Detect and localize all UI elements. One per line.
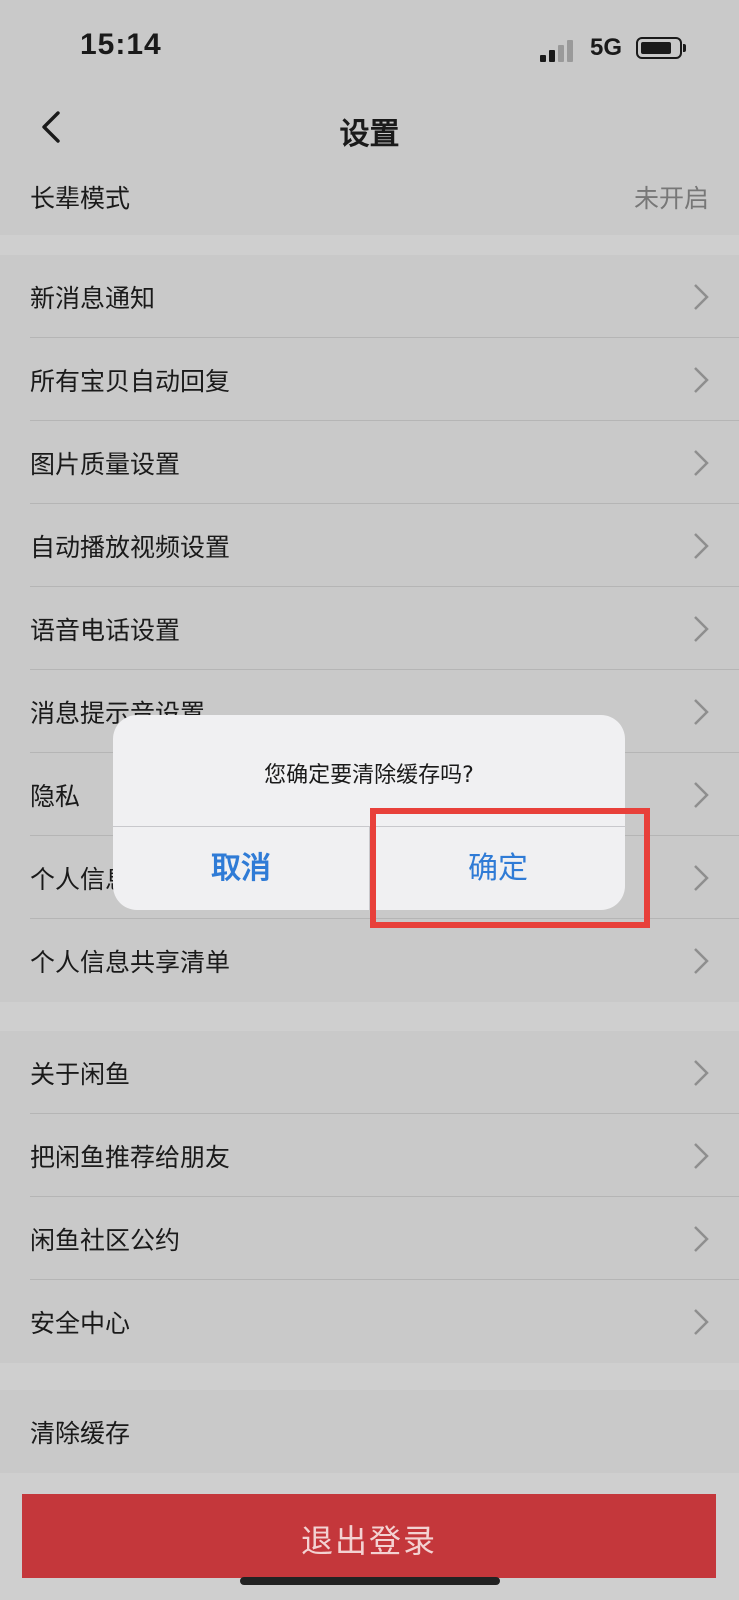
settings-row-image-quality[interactable]: 图片质量设置 xyxy=(0,421,739,504)
settings-row-notifications[interactable]: 新消息通知 xyxy=(0,255,739,338)
chevron-right-icon xyxy=(694,367,709,393)
status-bar: 15:14 5G xyxy=(0,0,739,95)
nav-bar: 设置 xyxy=(0,95,739,161)
row-value: 未开启 xyxy=(633,184,709,213)
settings-row-recommend[interactable]: 把闲鱼推荐给朋友 xyxy=(0,1114,739,1197)
page-title: 设置 xyxy=(339,117,400,152)
row-label: 闲鱼社区公约 xyxy=(30,1226,181,1255)
row-label: 清除缓存 xyxy=(30,1419,131,1448)
row-label: 个人信息共享清单 xyxy=(30,948,231,977)
row-label: 安全中心 xyxy=(30,1309,131,1338)
home-indicator xyxy=(240,1577,500,1585)
settings-row-auto-reply[interactable]: 所有宝贝自动回复 xyxy=(0,338,739,421)
row-label: 自动播放视频设置 xyxy=(30,533,231,562)
signal-icon xyxy=(540,40,580,62)
dialog-message: 您确定要清除缓存吗? xyxy=(264,763,474,788)
chevron-right-icon xyxy=(694,533,709,559)
row-label: 关于闲鱼 xyxy=(30,1060,131,1089)
chevron-right-icon xyxy=(694,1143,709,1169)
chevron-right-icon xyxy=(694,450,709,476)
settings-group-cache: 清除缓存 xyxy=(0,1390,739,1473)
cancel-button[interactable]: 取消 xyxy=(113,827,369,910)
settings-row-info-sharing-list[interactable]: 个人信息共享清单 xyxy=(0,919,739,1002)
settings-row-autoplay-video[interactable]: 自动播放视频设置 xyxy=(0,504,739,587)
row-label: 图片质量设置 xyxy=(30,450,181,479)
row-label: 长辈模式 xyxy=(30,184,131,213)
chevron-right-icon xyxy=(694,1309,709,1335)
settings-row-elder-mode[interactable]: 长辈模式 未开启 xyxy=(0,161,739,235)
row-label: 隐私 xyxy=(30,782,81,811)
row-label: 语音电话设置 xyxy=(30,616,181,645)
battery-tip xyxy=(683,44,686,52)
settings-row-voice-call[interactable]: 语音电话设置 xyxy=(0,587,739,670)
settings-row-about[interactable]: 关于闲鱼 xyxy=(0,1031,739,1114)
settings-row-clear-cache[interactable]: 清除缓存 xyxy=(0,1390,739,1473)
chevron-right-icon xyxy=(694,865,709,891)
chevron-right-icon xyxy=(694,782,709,808)
row-label: 所有宝贝自动回复 xyxy=(30,367,231,396)
logout-label: 退出登录 xyxy=(300,1522,437,1560)
chevron-right-icon xyxy=(694,616,709,642)
chevron-right-icon xyxy=(694,1060,709,1086)
logout-button[interactable]: 退出登录 xyxy=(22,1494,716,1578)
highlight-annotation xyxy=(370,808,650,928)
network-type: 5G xyxy=(590,34,623,61)
chevron-right-icon xyxy=(694,284,709,310)
status-time: 15:14 xyxy=(80,28,162,61)
row-label: 新消息通知 xyxy=(30,284,156,313)
settings-group-about: 关于闲鱼 把闲鱼推荐给朋友 闲鱼社区公约 安全中心 xyxy=(0,1031,739,1363)
chevron-right-icon xyxy=(694,1226,709,1252)
row-label: 把闲鱼推荐给朋友 xyxy=(30,1143,231,1172)
chevron-right-icon xyxy=(694,948,709,974)
chevron-right-icon xyxy=(694,699,709,725)
battery-icon xyxy=(636,37,682,59)
settings-row-security[interactable]: 安全中心 xyxy=(0,1280,739,1363)
settings-row-community-rules[interactable]: 闲鱼社区公约 xyxy=(0,1197,739,1280)
